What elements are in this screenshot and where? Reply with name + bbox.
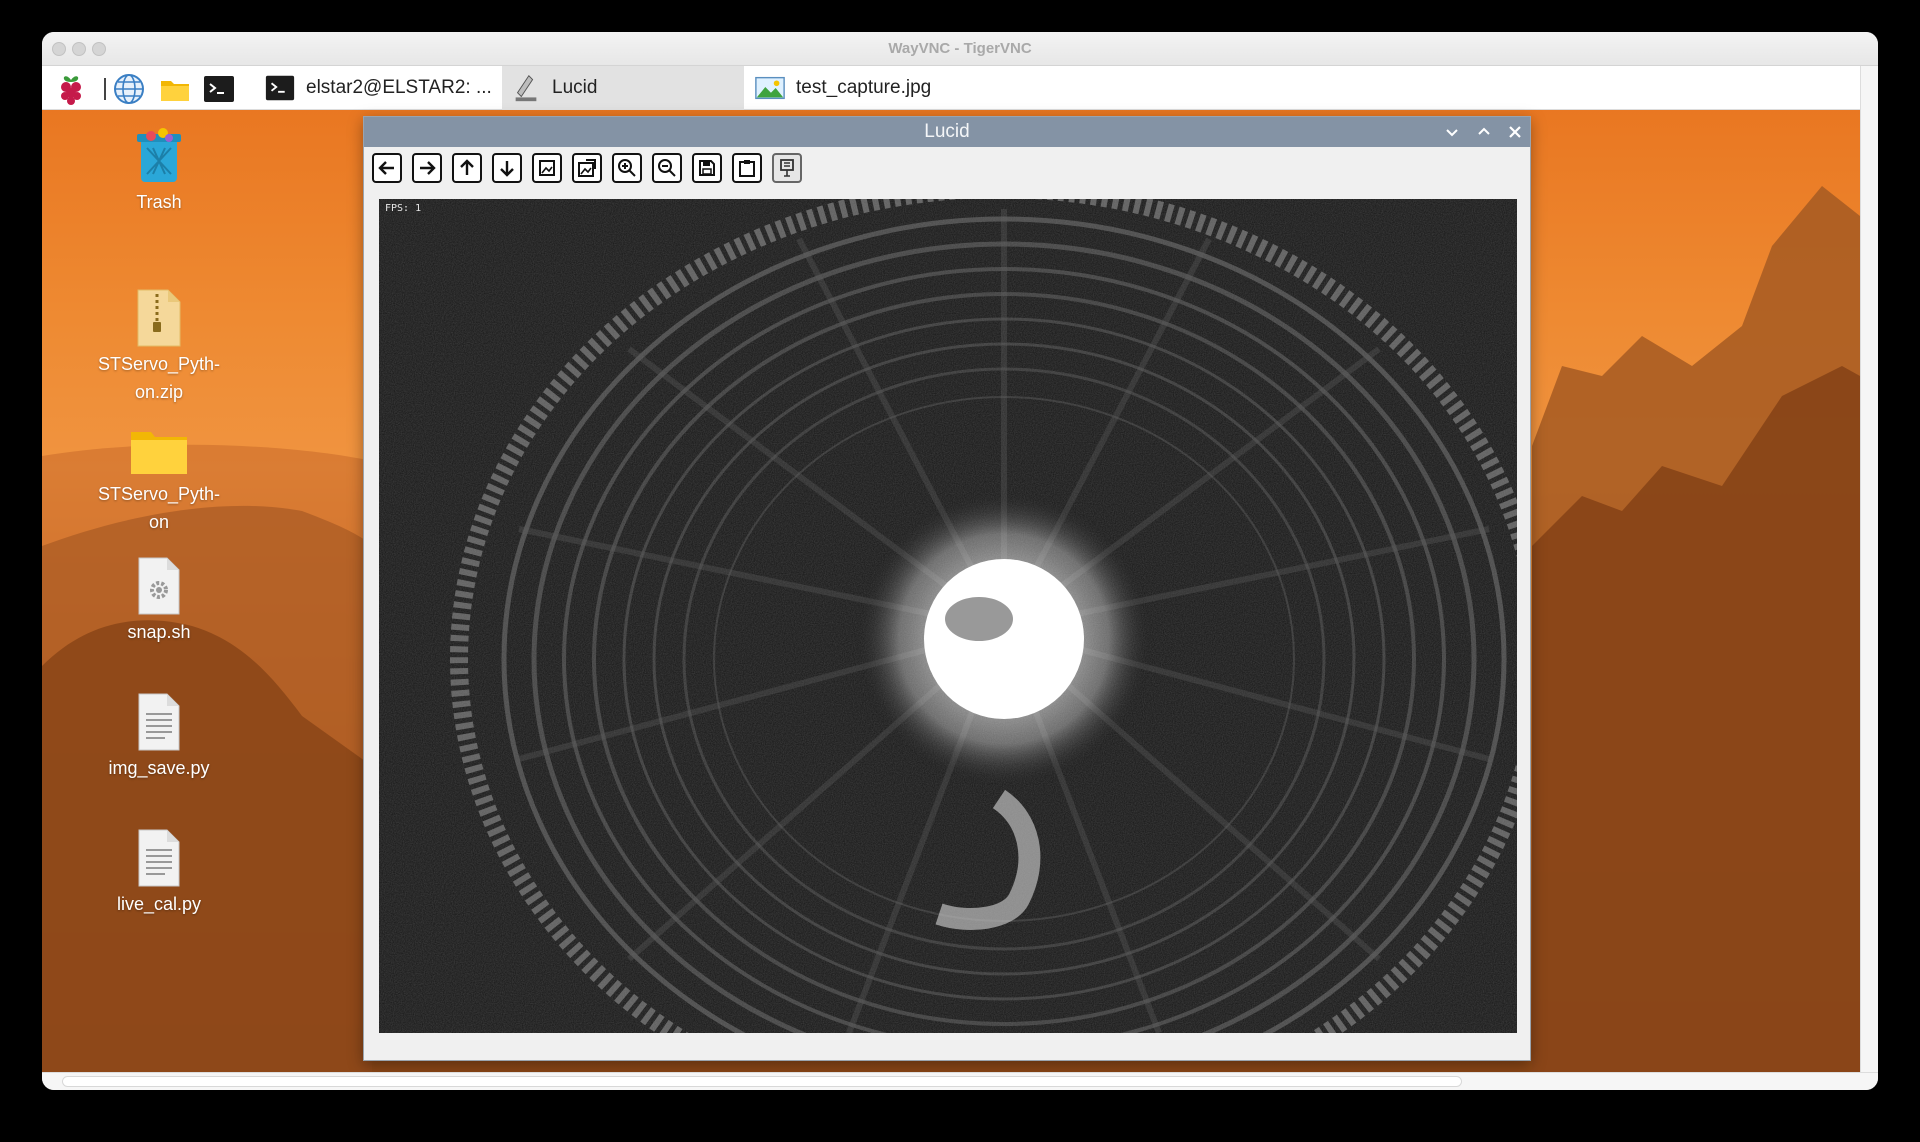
- task-lucid[interactable]: Lucid: [502, 66, 744, 110]
- terminal-icon: [265, 75, 295, 101]
- desktop-icon-stservo-folder[interactable]: STServo_Pyth- on: [84, 428, 234, 536]
- desktop-icon-label: snap.sh: [127, 622, 191, 642]
- desktop-icon-trash[interactable]: Trash: [84, 126, 234, 216]
- zoom-out-button[interactable]: [652, 153, 682, 183]
- desktop-icon-label: STServo_Pyth- on.zip: [97, 354, 221, 402]
- close-icon[interactable]: [1505, 122, 1525, 142]
- folder-icon: [131, 432, 187, 474]
- desktop-icon-label: img_save.py: [108, 758, 210, 778]
- fps-readout: FPS: 1: [385, 203, 422, 214]
- desktop-icon-stservo-zip[interactable]: STServo_Pyth- on.zip: [84, 288, 234, 406]
- task-terminal[interactable]: elstar2@ELSTAR2: ...: [256, 66, 500, 110]
- desktop-icon-label: Trash: [136, 192, 182, 212]
- remote-desktop: elstar2@ELSTAR2: ... Lucid test_capture.…: [42, 66, 1860, 1072]
- camera-image-viewer[interactable]: FPS: 1: [379, 199, 1517, 1033]
- arrow-left-icon: [378, 161, 394, 175]
- vertical-scrollbar[interactable]: [1860, 66, 1878, 1072]
- minimize-chevron-down-icon[interactable]: [1442, 122, 1462, 142]
- taskbar: elstar2@ELSTAR2: ... Lucid test_capture.…: [42, 66, 1860, 110]
- desktop-icon-img-save-py[interactable]: img_save.py: [84, 692, 234, 782]
- settings-button[interactable]: [772, 153, 802, 183]
- zoom-in-button[interactable]: [612, 153, 642, 183]
- vnc-titlebar: WayVNC - TigerVNC: [42, 32, 1878, 66]
- raspberry-menu-icon[interactable]: [54, 72, 88, 106]
- task-label: Lucid: [552, 77, 598, 98]
- save-button[interactable]: [692, 153, 722, 183]
- settings-icon: [780, 159, 794, 177]
- task-image-viewer[interactable]: test_capture.jpg: [746, 66, 966, 110]
- task-label: elstar2@ELSTAR2: ...: [306, 77, 492, 98]
- pan-left-button[interactable]: [372, 153, 402, 183]
- vnc-window-title: WayVNC - TigerVNC: [888, 40, 1032, 57]
- maximize-chevron-up-icon[interactable]: [1474, 122, 1494, 142]
- copy-clipboard-button[interactable]: [732, 153, 762, 183]
- trash-icon: [137, 128, 181, 182]
- interference-pattern-image: [379, 199, 1517, 1033]
- desktop-icon-live-cal-py[interactable]: live_cal.py: [84, 828, 234, 918]
- pan-up-button[interactable]: [452, 153, 482, 183]
- clipboard-icon: [739, 160, 755, 177]
- taskbar-separator: [104, 78, 106, 100]
- desktop-icon-snap-sh[interactable]: snap.sh: [84, 556, 234, 646]
- text-file-icon: [138, 693, 180, 751]
- terminal-icon[interactable]: [202, 72, 236, 106]
- desktop-icon-label: STServo_Pyth- on: [97, 484, 221, 532]
- arrow-right-icon: [420, 161, 436, 175]
- text-file-icon: [138, 829, 180, 887]
- lucid-titlebar[interactable]: Lucid: [364, 117, 1530, 147]
- save-icon: [699, 160, 715, 176]
- browser-globe-icon[interactable]: [112, 72, 146, 106]
- zoom-out-icon: [658, 159, 676, 177]
- fit-image-icon: [539, 160, 555, 176]
- arrow-down-icon: [500, 161, 514, 177]
- desktop-icon-label: live_cal.py: [116, 894, 202, 914]
- task-label: test_capture.jpg: [796, 77, 932, 98]
- lucid-window-title: Lucid: [924, 121, 970, 142]
- image-viewer-icon: [755, 76, 785, 100]
- pan-right-button[interactable]: [412, 153, 442, 183]
- lucid-window: Lucid FPS: 1: [363, 116, 1531, 1061]
- script-file-icon: [138, 557, 180, 615]
- python-app-icon: [515, 75, 537, 102]
- pan-down-button[interactable]: [492, 153, 522, 183]
- reset-view-button[interactable]: [572, 153, 602, 183]
- horizontal-scrollbar[interactable]: [42, 1072, 1878, 1090]
- zoom-in-icon: [618, 159, 636, 177]
- file-manager-folder-icon[interactable]: [158, 72, 192, 106]
- zip-file-icon: [137, 289, 181, 347]
- vnc-window: WayVNC - TigerVNC elstar2@ELSTAR2: ... L…: [42, 32, 1878, 1090]
- fit-image-button[interactable]: [532, 153, 562, 183]
- reset-view-icon: [578, 159, 596, 177]
- arrow-up-icon: [460, 159, 474, 175]
- lucid-toolbar: [372, 153, 802, 187]
- horizontal-scroll-thumb[interactable]: [62, 1076, 1462, 1087]
